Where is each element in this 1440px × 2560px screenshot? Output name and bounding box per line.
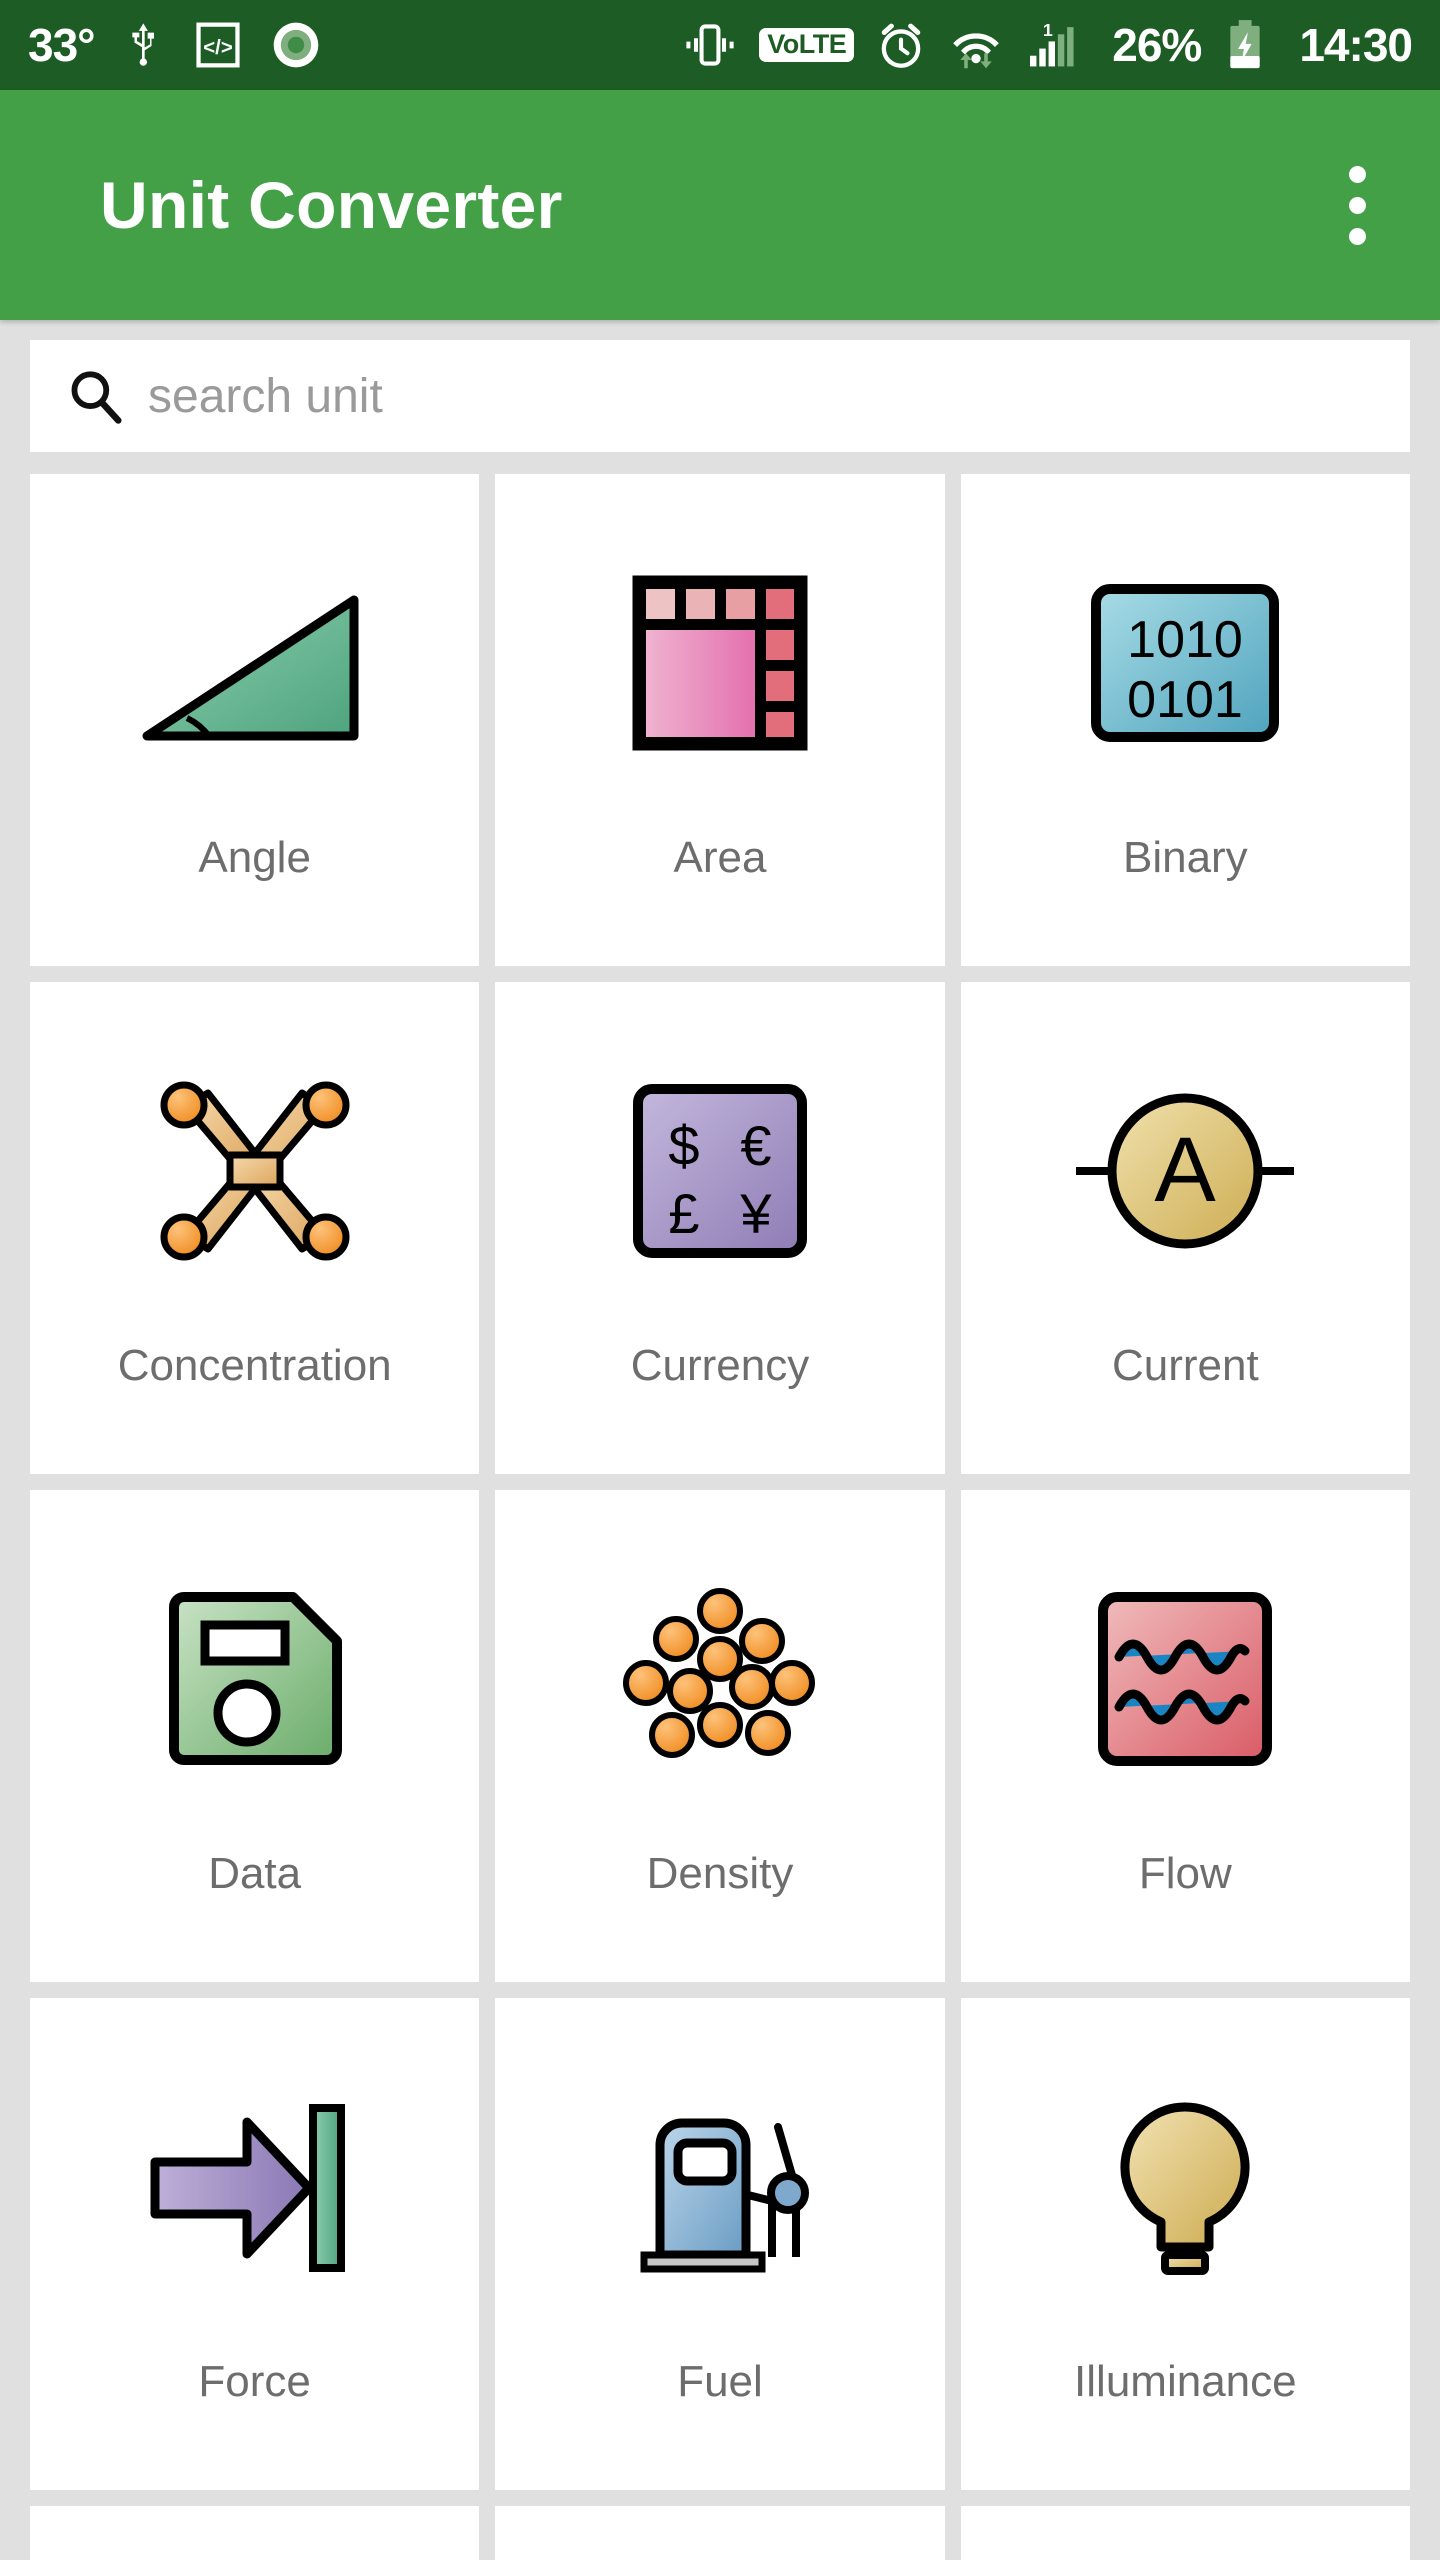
svg-text:$: $ (668, 1114, 699, 1177)
angle-triangle-icon (30, 474, 479, 836)
tile-flow[interactable]: Flow (960, 1490, 1410, 1982)
tile-data[interactable]: Data (30, 1490, 480, 1982)
clock-label: 14:30 (1299, 19, 1413, 71)
vibrate-icon (683, 21, 737, 69)
tile-density[interactable]: Density (495, 1490, 945, 1982)
tile-label: Area (673, 833, 767, 882)
svg-text:</>: </> (203, 37, 233, 59)
tile-partial-row[interactable] (960, 2506, 1410, 2560)
light-bulb-icon (961, 1998, 1410, 2360)
flow-waves-icon (961, 1490, 1410, 1852)
tile-label: Binary (1122, 833, 1248, 882)
fuel-pump-icon (495, 1998, 944, 2360)
concentration-molecule-icon (30, 982, 479, 1344)
tile-binary[interactable]: 1010 0101 Binary (960, 474, 1410, 966)
search-placeholder: search unit (148, 369, 383, 423)
battery-percent-label: 26% (1112, 19, 1202, 71)
currency-symbols-icon: $ € £ ¥ (495, 982, 944, 1344)
status-bar-right: VoLTE 1 26% 14:30 (683, 17, 1413, 73)
signal-icon: 1 (1026, 20, 1084, 70)
density-spheres-icon (495, 1490, 944, 1852)
svg-text:A: A (1155, 1119, 1217, 1221)
tile-label: Angle (198, 833, 311, 882)
area-grid-icon (495, 474, 944, 836)
svg-text:1: 1 (1043, 20, 1053, 40)
ammeter-icon: A (961, 982, 1410, 1344)
tile-label: Data (208, 1849, 302, 1898)
tile-currency[interactable]: $ € £ ¥ Currency (495, 982, 945, 1474)
battery-charging-icon (1223, 17, 1267, 73)
tile-label: Fuel (677, 2357, 763, 2406)
app-bar: Unit Converter (0, 90, 1440, 320)
svg-text:¥: ¥ (739, 1182, 772, 1245)
tile-label: Flow (1138, 1849, 1232, 1898)
status-bar-left: 33° </> (28, 18, 321, 72)
category-grid: Angle Area 1010 0101 Binary Concentratio… (30, 474, 1410, 2560)
wifi-icon (948, 20, 1004, 70)
tile-current[interactable]: A Current (960, 982, 1410, 1474)
page-title: Unit Converter (100, 168, 563, 242)
search-icon (64, 365, 126, 427)
alarm-icon (876, 20, 926, 70)
more-vert-icon[interactable] (1327, 142, 1388, 269)
usb-icon (125, 20, 165, 70)
volte-icon: VoLTE (759, 28, 855, 62)
tile-partial-row[interactable] (495, 2506, 945, 2560)
more-dot (1349, 196, 1366, 214)
developer-code-icon: </> (195, 20, 241, 70)
more-dot (1349, 227, 1366, 245)
tile-label: Illuminance (1074, 2357, 1297, 2406)
svg-text:£: £ (668, 1182, 699, 1245)
tile-partial-row[interactable] (30, 2506, 480, 2560)
tile-fuel[interactable]: Fuel (495, 1998, 945, 2490)
tile-label: Currency (630, 1341, 810, 1390)
floppy-disk-icon (30, 1490, 479, 1852)
binary-digits-icon: 1010 0101 (961, 474, 1410, 836)
tile-label: Concentration (117, 1341, 392, 1390)
force-arrow-icon (30, 1998, 479, 2360)
tile-label: Current (1111, 1341, 1259, 1390)
main-content: search unit Angle Area 1010 0101 Binary … (0, 320, 1440, 2560)
tile-label: Force (198, 2357, 311, 2406)
tile-angle[interactable]: Angle (30, 474, 480, 966)
tile-label: Density (646, 1849, 794, 1898)
tile-illuminance[interactable]: Illuminance (960, 1998, 1410, 2490)
search-input[interactable]: search unit (30, 340, 1410, 452)
tile-concentration[interactable]: Concentration (30, 982, 480, 1474)
more-dot (1349, 165, 1366, 183)
svg-text:0101: 0101 (1127, 671, 1243, 729)
svg-text:1010: 1010 (1127, 611, 1243, 669)
status-bar: 33° </> VoLTE 1 26% 14:30 (0, 0, 1440, 90)
tile-force[interactable]: Force (30, 1998, 480, 2490)
temperature-indicator: 33° (28, 19, 96, 71)
tile-area[interactable]: Area (495, 474, 945, 966)
svg-text:€: € (740, 1114, 771, 1177)
screen-record-icon (271, 20, 321, 70)
